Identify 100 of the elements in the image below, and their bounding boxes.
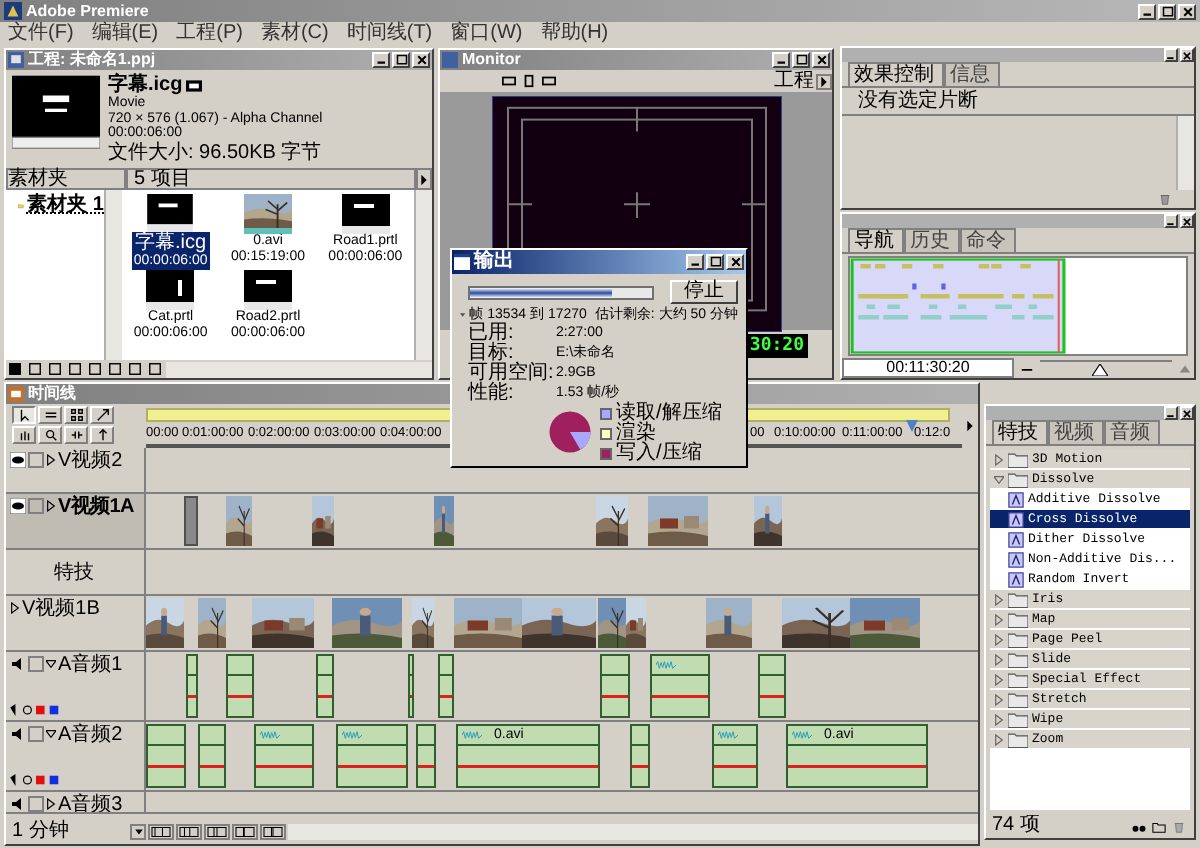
close-button[interactable] [1180, 214, 1194, 228]
folder-icon [1152, 819, 1166, 833]
dual-view-button[interactable] [520, 73, 538, 89]
track-format-button[interactable] [232, 824, 258, 840]
title-thumbnail[interactable] [146, 270, 195, 310]
maximize-button[interactable] [706, 254, 724, 270]
title-thumbnail[interactable] [243, 270, 292, 310]
view-label[interactable]: 工程 [774, 70, 814, 92]
track-format-button[interactable] [204, 824, 230, 840]
minimize-button[interactable] [772, 52, 790, 68]
minimize-button[interactable] [686, 254, 704, 270]
clip[interactable] [184, 496, 198, 546]
audio-clip[interactable] [254, 724, 314, 788]
speaker-icon[interactable] [10, 656, 26, 672]
speaker-icon[interactable] [10, 726, 26, 742]
menu-item[interactable]: 帮助(H) [540, 22, 609, 46]
maximize-button[interactable] [1158, 3, 1176, 19]
column-header[interactable]: 素材夹 [6, 168, 126, 190]
zoom-dropdown[interactable]: 1 分钟 [6, 820, 128, 844]
toolbar-button[interactable] [106, 361, 124, 377]
title-thumbnail[interactable] [341, 194, 390, 234]
audio-clip[interactable] [226, 654, 254, 718]
menu-item[interactable]: 素材(C) [260, 22, 329, 46]
close-button[interactable] [1180, 48, 1194, 62]
menu-item[interactable]: 时间线(T) [346, 22, 433, 46]
title-thumbnail[interactable] [146, 194, 195, 232]
tab[interactable]: 音频 [1104, 420, 1160, 444]
audio-clip[interactable] [438, 654, 454, 718]
toolbar-button[interactable] [26, 361, 44, 377]
audio-clip[interactable] [416, 724, 436, 788]
minimize-button[interactable] [372, 52, 390, 68]
expand-icon[interactable] [46, 798, 56, 810]
tab[interactable]: 导航 [848, 228, 904, 252]
expand-icon[interactable] [10, 602, 20, 614]
audio-clip[interactable] [316, 654, 334, 718]
audio-clip[interactable] [600, 654, 630, 718]
toolbar-button[interactable] [86, 361, 104, 377]
menu-item[interactable]: 编辑(E) [91, 22, 159, 46]
audio-clip[interactable] [336, 724, 408, 788]
delete-button[interactable] [1156, 190, 1174, 206]
track-controls-drawing[interactable] [10, 704, 62, 716]
minimize-button[interactable] [1164, 406, 1178, 420]
tab[interactable]: 效果控制 [848, 62, 944, 86]
toolbar-button[interactable] [6, 361, 24, 377]
expand-icon[interactable] [46, 658, 56, 670]
close-button[interactable] [1180, 406, 1194, 420]
track-controls-drawing[interactable] [10, 774, 62, 786]
expand-icon[interactable] [46, 728, 56, 740]
trim-view-button[interactable] [540, 73, 558, 89]
minimize-button[interactable] [1164, 214, 1178, 228]
track-format-button[interactable] [176, 824, 202, 840]
scrollbar[interactable] [1176, 116, 1194, 190]
new-folder-button[interactable] [1150, 818, 1168, 834]
minimize-button[interactable] [1138, 3, 1156, 19]
single-view-button[interactable] [500, 73, 518, 89]
speaker-icon[interactable] [10, 796, 26, 812]
zoom-icon [43, 428, 57, 442]
toolbar-button[interactable] [146, 361, 164, 377]
track-format-button[interactable] [148, 824, 174, 840]
bin-item[interactable]: 素材夹 1 [6, 194, 104, 218]
menu-arrow-button[interactable] [816, 73, 832, 89]
minimize-button[interactable] [1164, 48, 1178, 62]
scrollbar[interactable] [288, 824, 978, 840]
eye-icon[interactable] [10, 452, 26, 468]
menu-item[interactable]: 窗口(W) [450, 22, 523, 46]
maximize-button[interactable] [392, 52, 410, 68]
audio-clip[interactable] [198, 724, 226, 788]
menu-item[interactable]: 工程(P) [176, 22, 243, 46]
audio-clip[interactable] [408, 654, 414, 718]
menu-item[interactable]: 文件(F) [8, 22, 74, 46]
audio-clip[interactable] [712, 724, 758, 788]
audio-clip[interactable] [758, 654, 786, 718]
scrollbar[interactable] [166, 361, 432, 377]
scrollbar[interactable] [414, 190, 432, 360]
audio-clip[interactable] [146, 724, 186, 788]
eye-icon[interactable] [10, 498, 26, 514]
scrollbar[interactable] [104, 190, 122, 360]
tab[interactable]: 历史 [904, 228, 960, 252]
toolbar-button[interactable] [126, 361, 144, 377]
menu-arrow-button[interactable] [416, 168, 432, 190]
tab[interactable]: 命令 [960, 228, 1016, 252]
timecode-field[interactable]: 00:11:30:20 [842, 358, 1014, 378]
tab[interactable]: 信息 [944, 62, 1000, 86]
tool-button[interactable] [12, 406, 36, 424]
audio-clip[interactable] [630, 724, 650, 788]
tab[interactable]: 视频 [1048, 420, 1104, 444]
square-icon [148, 362, 162, 376]
dropdown-arrow-button[interactable] [130, 824, 146, 840]
toolbar-button[interactable] [66, 361, 84, 377]
stop-button[interactable]: 停止 [670, 280, 738, 304]
maximize-button[interactable] [792, 52, 810, 68]
expand-icon[interactable] [46, 500, 56, 512]
audio-clip[interactable] [186, 654, 198, 718]
slider-thumb[interactable] [1091, 363, 1108, 375]
audio-clip[interactable] [650, 654, 710, 718]
expand-icon[interactable] [46, 454, 56, 466]
tab[interactable]: 特技 [992, 420, 1048, 444]
toolbar-button[interactable] [46, 361, 64, 377]
clip-thumbnail[interactable] [243, 194, 292, 234]
column-header[interactable]: 5 项目 [126, 168, 416, 190]
